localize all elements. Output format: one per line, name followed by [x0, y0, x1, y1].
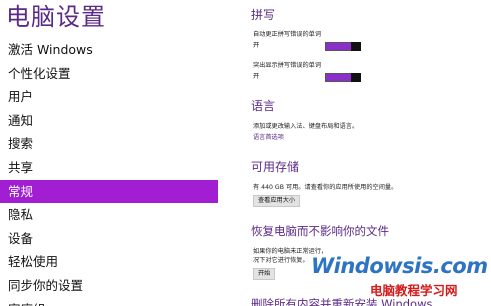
nav-item-ease-of-access[interactable]: 轻松使用: [0, 250, 218, 274]
spelling-section-title: 拼写: [251, 8, 276, 22]
view-app-sizes-button[interactable]: 查看应用大小: [253, 195, 301, 207]
nav-list: 激活 Windows 个性化设置 用户 通知 搜索 共享 常规 隐私 设备 轻松…: [0, 38, 218, 306]
nav-item-general[interactable]: 常规: [0, 179, 218, 204]
refresh-start-button[interactable]: 开始: [253, 268, 276, 280]
autocorrect-toggle[interactable]: [325, 42, 361, 51]
nav-item-sync-settings[interactable]: 同步你的设置: [0, 274, 218, 298]
language-preferences-link[interactable]: 语言首选项: [253, 134, 284, 142]
nav-item-share[interactable]: 共享: [0, 156, 218, 180]
nav-item-notifications[interactable]: 通知: [0, 109, 218, 133]
nav-item-users[interactable]: 用户: [0, 85, 218, 109]
page-title: 电脑设置: [6, 3, 106, 31]
language-description: 添加或更改输入法、键盘布局和语言。: [253, 123, 359, 130]
language-section-title: 语言: [251, 99, 276, 113]
nav-item-homegroup[interactable]: 家庭组: [0, 298, 218, 306]
watermark-cn-text: 电脑教程学习网: [370, 283, 458, 298]
nav-item-search[interactable]: 搜索: [0, 132, 218, 156]
nav-item-devices[interactable]: 设备: [0, 227, 218, 251]
highlight-misspelled-label: 突出显示拼写错误的单词: [253, 62, 322, 69]
highlight-misspelled-toggle[interactable]: [325, 73, 361, 82]
nav-item-activate-windows[interactable]: 激活 Windows: [0, 38, 218, 62]
settings-nav: 电脑设置 激活 Windows 个性化设置 用户 通知 搜索 共享 常规 隐私 …: [0, 0, 218, 306]
refresh-description-line2: 况下对它进行恢复。: [253, 257, 309, 264]
storage-section-title: 可用存储: [251, 160, 300, 174]
storage-description: 有 440 GB 可用。请查看你的应用所使用的空间量。: [253, 184, 398, 191]
nav-item-privacy[interactable]: 隐私: [0, 203, 218, 227]
toggle-knob[interactable]: [351, 42, 361, 51]
autocorrect-state: 开: [253, 42, 260, 49]
highlight-misspelled-state: 开: [253, 73, 260, 80]
autocorrect-toggle-row[interactable]: 开: [253, 41, 361, 51]
nav-item-personalize[interactable]: 个性化设置: [0, 62, 218, 86]
watermark-site-text: Windowsis.com: [311, 254, 488, 278]
refresh-section-title: 恢复电脑而不影响你的文件: [251, 224, 389, 238]
highlight-misspelled-toggle-row[interactable]: 开: [253, 72, 361, 82]
toggle-knob[interactable]: [351, 73, 361, 82]
autocorrect-label: 自动更正拼写错误的单词: [253, 31, 322, 38]
